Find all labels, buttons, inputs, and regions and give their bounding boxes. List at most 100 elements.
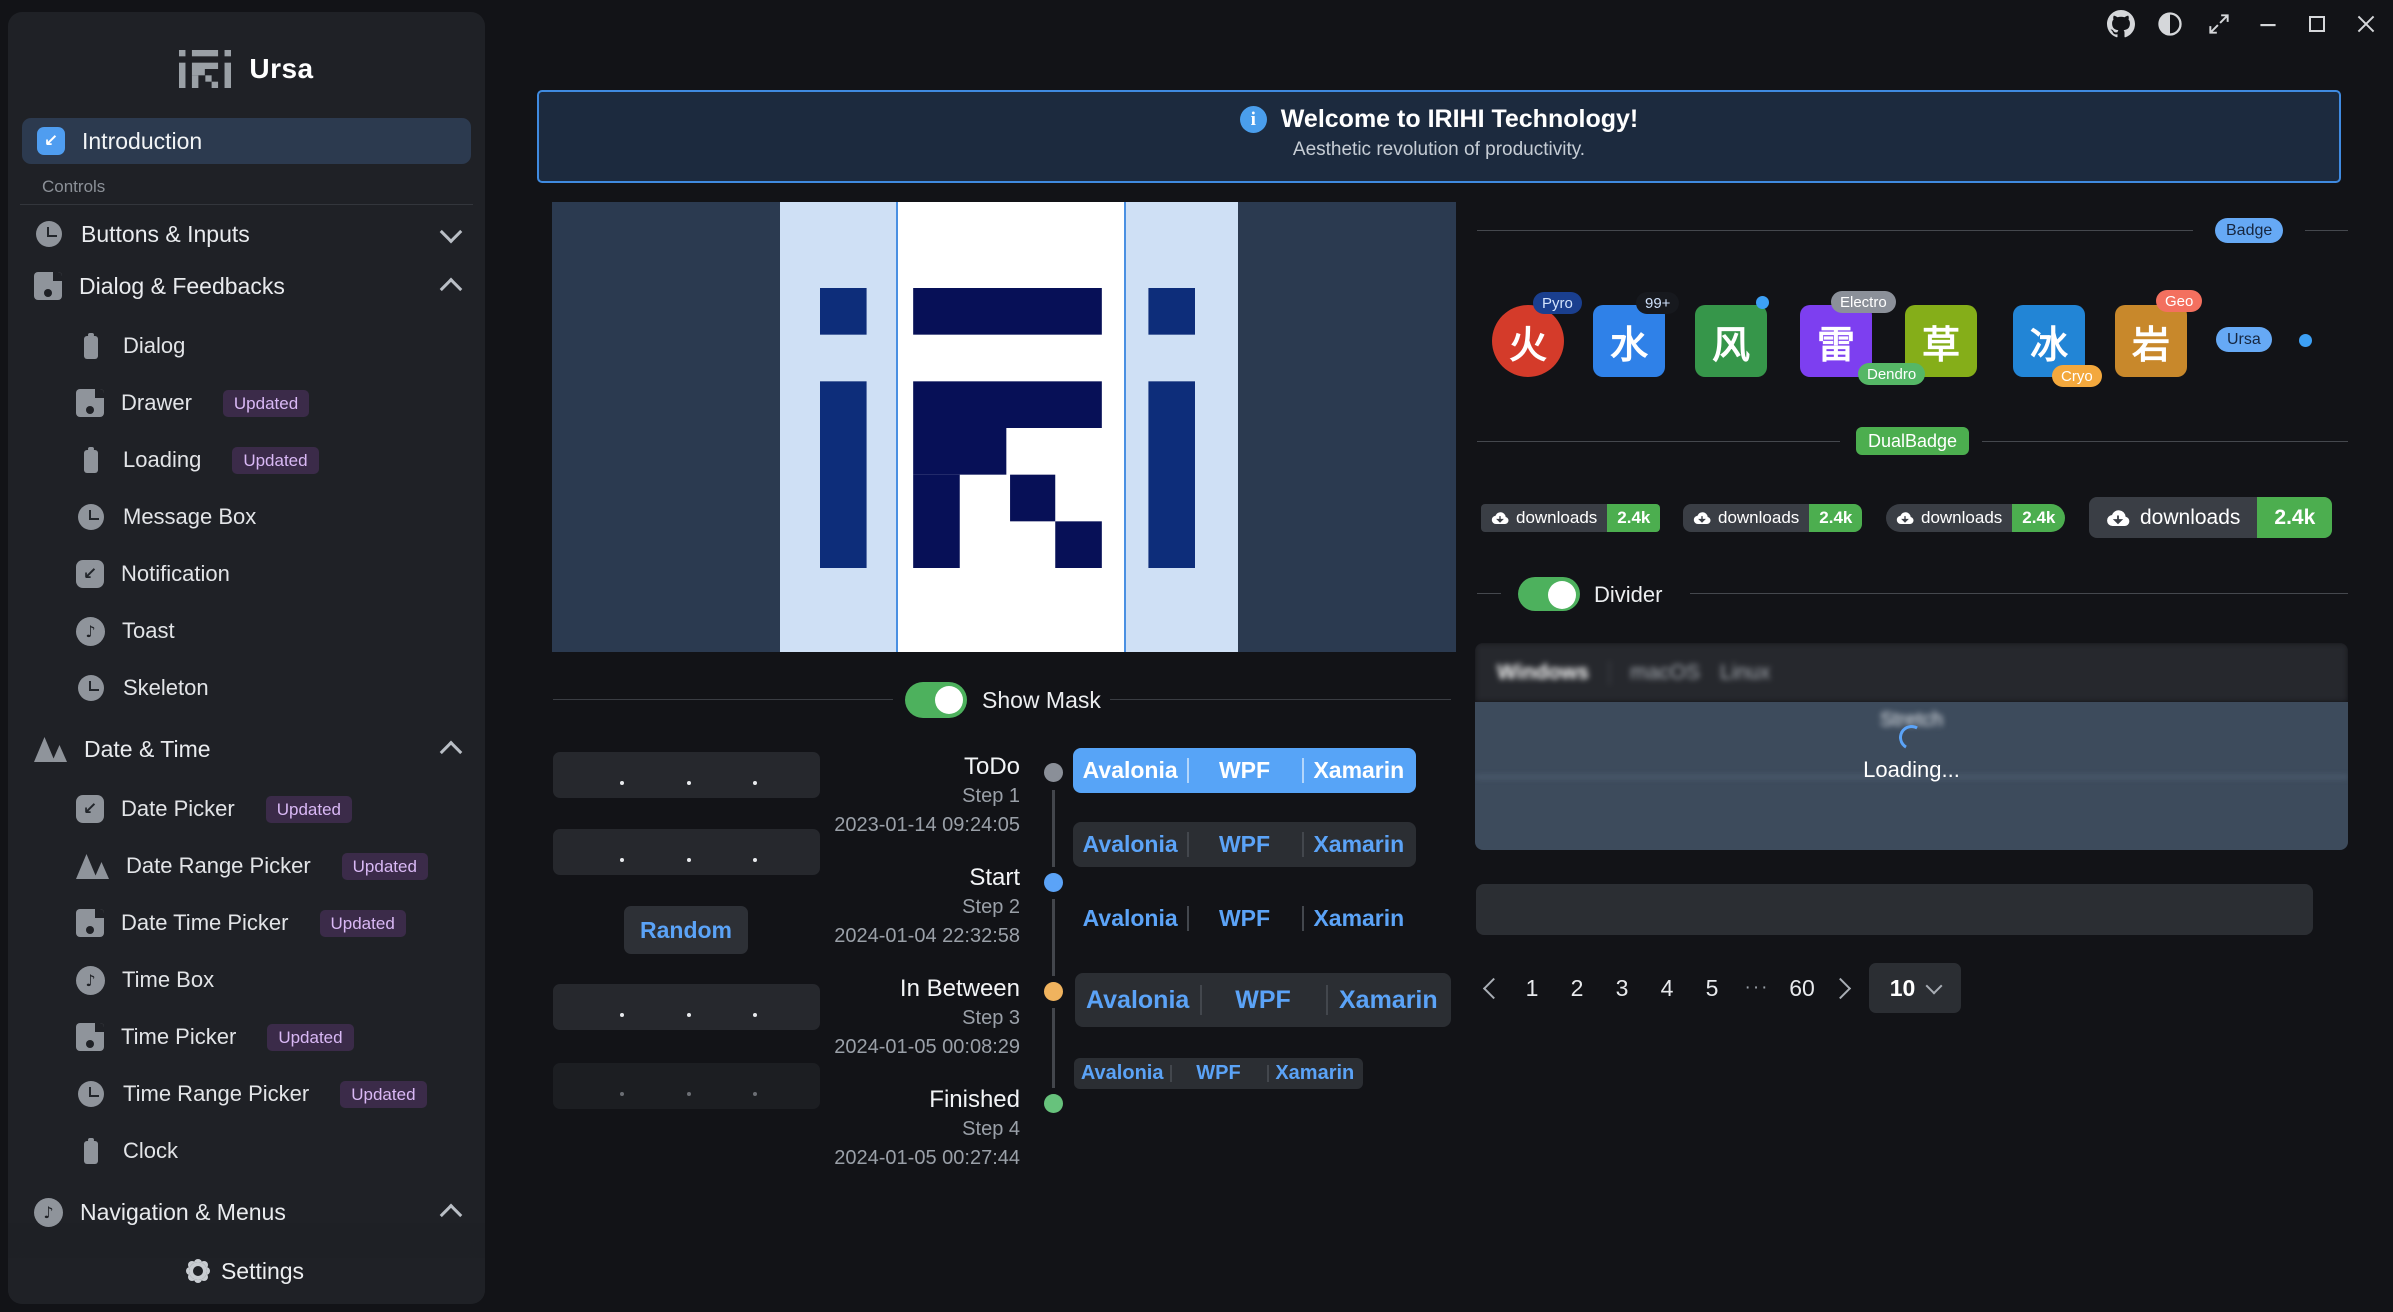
tile-glyph: 风 xyxy=(1712,314,1750,369)
battery-icon xyxy=(76,1136,106,1166)
sidebar-item-label: Notification xyxy=(121,561,230,587)
sidebar-item-date-time-picker[interactable]: Date Time Picker Updated xyxy=(8,903,485,943)
show-mask-toggle[interactable] xyxy=(905,682,967,718)
github-icon[interactable] xyxy=(2106,9,2136,39)
trees-icon xyxy=(34,735,67,763)
banner-subtitle: Aesthetic revolution of productivity. xyxy=(539,139,2339,161)
sidebar-group-dialog-feedbacks[interactable]: Dialog & Feedbacks xyxy=(8,263,485,309)
badge-label: downloads xyxy=(1921,508,2002,528)
sidebar-item-label: Toast xyxy=(122,618,175,644)
element-tile-pyro: 火 xyxy=(1492,305,1564,377)
page-size-value: 10 xyxy=(1890,975,1916,1002)
floppy-icon xyxy=(76,909,104,937)
page-button-60[interactable]: 60 xyxy=(1788,975,1816,1002)
sidebar-group-buttons-inputs[interactable]: Buttons & Inputs xyxy=(8,211,485,257)
sidebar-item-drawer[interactable]: Drawer Updated xyxy=(8,383,485,423)
page-button-3[interactable]: 3 xyxy=(1608,975,1636,1002)
page-size-select[interactable]: 10 xyxy=(1869,963,1961,1013)
step-subtitle: Step 2 xyxy=(690,893,1020,922)
sidebar-item-label: Time Picker xyxy=(121,1024,236,1050)
sidebar-item-notification[interactable]: Notification xyxy=(8,554,485,594)
tile-glyph: 雷 xyxy=(1817,314,1855,369)
xamarin-button[interactable]: Xamarin xyxy=(1302,748,1416,793)
sidebar-item-skeleton[interactable]: Skeleton xyxy=(8,668,485,708)
xamarin-button[interactable]: Xamarin xyxy=(1302,822,1416,867)
sidebar-item-date-picker[interactable]: Date Picker Updated xyxy=(8,789,485,829)
sidebar-group-date-time[interactable]: Date & Time xyxy=(8,726,485,772)
page-button-4[interactable]: 4 xyxy=(1653,975,1681,1002)
gear-icon xyxy=(189,1262,207,1280)
fullscreen-icon[interactable] xyxy=(2204,9,2234,39)
sidebar: Ursa Introduction Controls Buttons & Inp… xyxy=(8,12,485,1304)
import-arrow-icon xyxy=(37,127,65,155)
avalonia-button[interactable]: Avalonia xyxy=(1073,822,1187,867)
xamarin-button[interactable]: Xamarin xyxy=(1326,973,1451,1027)
irihi-logo-art xyxy=(820,288,1195,568)
electro-badge: Electro xyxy=(1831,291,1896,313)
cloud-download-icon xyxy=(1491,511,1509,525)
sidebar-item-clock[interactable]: Clock xyxy=(8,1131,485,1171)
timeline-dot-finished xyxy=(1044,1094,1063,1113)
cloud-download-icon xyxy=(1693,511,1711,525)
close-icon[interactable] xyxy=(2351,9,2381,39)
tab-windows[interactable]: Windows xyxy=(1497,661,1589,685)
xamarin-button[interactable]: Xamarin xyxy=(1267,1058,1363,1089)
avalonia-button[interactable]: Avalonia xyxy=(1074,1058,1170,1089)
minimize-icon[interactable] xyxy=(2253,9,2283,39)
divider-toggle[interactable] xyxy=(1518,577,1580,611)
tile-glyph: 火 xyxy=(1509,314,1547,369)
xamarin-button[interactable]: Xamarin xyxy=(1302,896,1416,941)
sidebar-group-navigation-menus[interactable]: Navigation & Menus xyxy=(8,1189,485,1235)
prev-page-button[interactable] xyxy=(1483,977,1504,998)
sidebar-group-label: Buttons & Inputs xyxy=(81,221,250,248)
tile-glyph: 水 xyxy=(1610,314,1648,369)
sidebar-item-date-range-picker[interactable]: Date Range Picker Updated xyxy=(8,846,485,886)
element-tile-geo: 岩 xyxy=(2115,305,2187,377)
tab-linux[interactable]: Linux xyxy=(1720,661,1770,685)
badge-value: 2.4k xyxy=(2012,504,2065,532)
downloads-badge: downloads 2.4k xyxy=(1886,504,2065,532)
settings-button[interactable]: Settings xyxy=(8,1258,485,1304)
button-group-large: Avalonia WPF Xamarin xyxy=(1075,973,1451,1027)
page-button-5[interactable]: 5 xyxy=(1698,975,1726,1002)
banner-title: Welcome to IRIHI Technology! xyxy=(1281,105,1638,134)
sidebar-item-loading[interactable]: Loading Updated xyxy=(8,440,485,480)
ursa-badge: Ursa xyxy=(2216,327,2272,352)
wpf-button[interactable]: WPF xyxy=(1200,973,1325,1027)
sidebar-item-toast[interactable]: Toast xyxy=(8,611,485,651)
text-input[interactable] xyxy=(1476,884,2313,935)
avalonia-button[interactable]: Avalonia xyxy=(1075,973,1200,1027)
loading-spinner-icon xyxy=(1896,722,1927,753)
avalonia-button[interactable]: Avalonia xyxy=(1073,896,1187,941)
wpf-button[interactable]: WPF xyxy=(1187,822,1301,867)
element-tile-anemo: 风 xyxy=(1695,305,1767,377)
button-group-borderless: Avalonia WPF Xamarin xyxy=(1073,896,1416,941)
wpf-button[interactable]: WPF xyxy=(1187,748,1301,793)
theme-toggle-icon[interactable] xyxy=(2155,9,2185,39)
sidebar-item-time-range-picker[interactable]: Time Range Picker Updated xyxy=(8,1074,485,1114)
cloud-download-icon xyxy=(2106,509,2130,527)
wpf-button[interactable]: WPF xyxy=(1187,896,1301,941)
next-page-button[interactable] xyxy=(1830,977,1851,998)
badge-value: 2.4k xyxy=(2257,497,2332,538)
button-group-secondary: Avalonia WPF Xamarin xyxy=(1073,822,1416,867)
sidebar-item-label: Drawer xyxy=(121,390,192,416)
page-button-1[interactable]: 1 xyxy=(1518,975,1546,1002)
timeline-dot-todo xyxy=(1044,763,1063,782)
page-button-2[interactable]: 2 xyxy=(1563,975,1591,1002)
page-ellipsis[interactable]: ··· xyxy=(1743,977,1771,999)
show-mask-label: Show Mask xyxy=(982,687,1101,714)
geo-badge: Geo xyxy=(2156,290,2202,312)
sidebar-item-dialog[interactable]: Dialog xyxy=(8,326,485,366)
wpf-button[interactable]: WPF xyxy=(1170,1058,1266,1089)
sidebar-item-time-box[interactable]: Time Box xyxy=(8,960,485,1000)
tab-macos[interactable]: macOS xyxy=(1630,661,1700,685)
maximize-icon[interactable] xyxy=(2302,9,2332,39)
tab-bar: Windows macOS Linux xyxy=(1475,643,2348,702)
sidebar-item-time-picker[interactable]: Time Picker Updated xyxy=(8,1017,485,1057)
avalonia-button[interactable]: Avalonia xyxy=(1073,748,1187,793)
sidebar-item-introduction[interactable]: Introduction xyxy=(22,118,471,164)
badge-label: downloads xyxy=(1718,508,1799,528)
sidebar-item-message-box[interactable]: Message Box xyxy=(8,497,485,537)
badge-value: 2.4k xyxy=(1809,504,1862,532)
